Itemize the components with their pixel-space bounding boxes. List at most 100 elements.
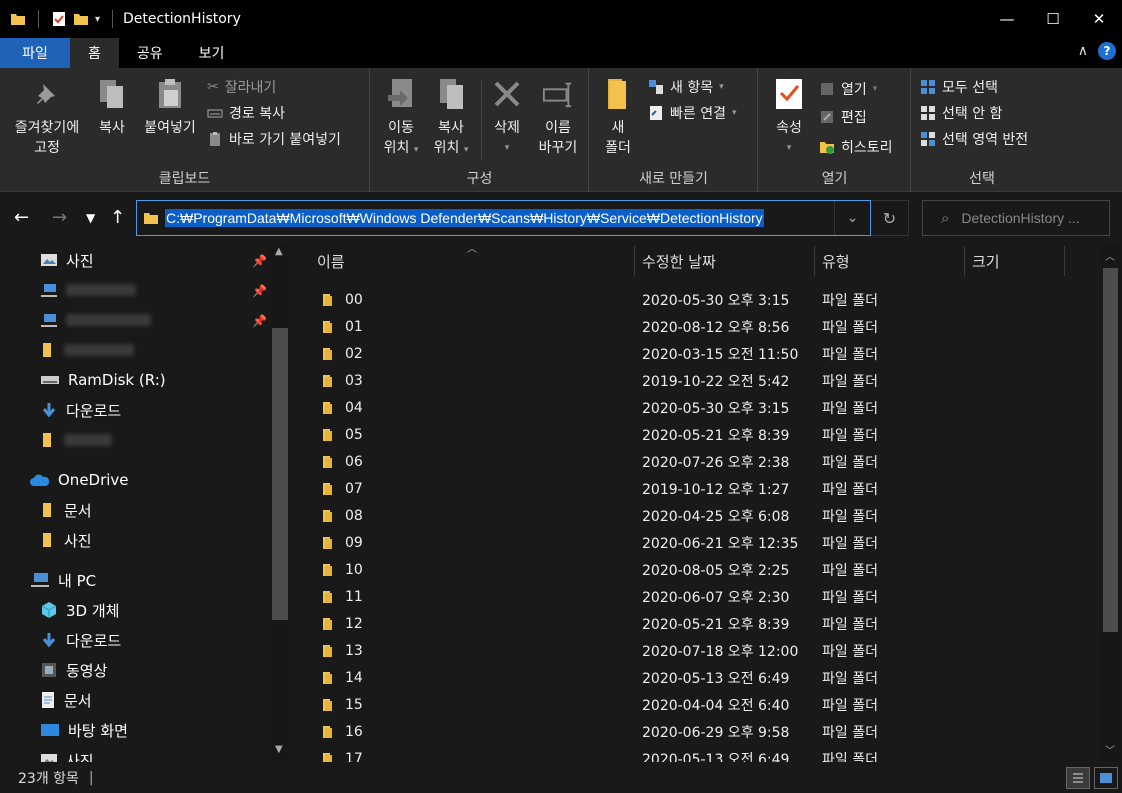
help-icon[interactable]: ?: [1098, 42, 1116, 60]
scroll-down-icon[interactable]: ﹀: [1105, 742, 1115, 757]
properties-icon[interactable]: [51, 11, 67, 27]
table-row[interactable]: 13 2020-07-18 오후 12:00 파일 폴더: [291, 637, 1091, 664]
table-row[interactable]: 14 2020-05-13 오전 6:49 파일 폴더: [291, 664, 1091, 691]
table-row[interactable]: 09 2020-06-21 오후 12:35 파일 폴더: [291, 529, 1091, 556]
tab-file[interactable]: 파일: [0, 38, 70, 68]
nav-item-documents[interactable]: 문서: [40, 686, 92, 714]
table-row[interactable]: 16 2020-06-29 오후 9:58 파일 폴더: [291, 718, 1091, 745]
table-row[interactable]: 15 2020-04-04 오전 6:40 파일 폴더: [291, 691, 1091, 718]
nav-item-network-1[interactable]: [40, 276, 136, 304]
nav-label: 사진: [66, 751, 94, 763]
table-row[interactable]: 00 2020-05-30 오후 3:15 파일 폴더: [291, 286, 1091, 313]
table-row[interactable]: 05 2020-05-21 오후 8:39 파일 폴더: [291, 421, 1091, 448]
column-header-type[interactable]: 유형: [822, 244, 850, 278]
edit-button[interactable]: 편집: [819, 106, 867, 128]
refresh-icon[interactable]: ↻: [871, 200, 909, 236]
scroll-down-icon[interactable]: ▼: [275, 744, 283, 755]
nav-scroll-thumb[interactable]: [272, 328, 288, 620]
search-box[interactable]: ⌕ DetectionHistory ...: [922, 200, 1110, 236]
table-row[interactable]: 10 2020-08-05 오후 2:25 파일 폴더: [291, 556, 1091, 583]
nav-item-videos[interactable]: 동영상: [40, 656, 107, 684]
copy-button[interactable]: 복사: [90, 76, 134, 138]
delete-button[interactable]: 삭제 ▾: [487, 76, 527, 158]
column-divider[interactable]: [964, 246, 965, 276]
invert-selection-button[interactable]: 선택 영역 반전: [920, 128, 1028, 150]
new-folder-icon[interactable]: [73, 11, 89, 27]
nav-item-folder-redacted[interactable]: [40, 336, 134, 364]
tab-home[interactable]: 홈: [70, 38, 119, 68]
nav-item-3d-objects[interactable]: 3D 개체: [40, 596, 119, 624]
nav-item-pictures-quick[interactable]: 사진: [40, 246, 94, 274]
table-row[interactable]: 17 2020-05-13 오전 6:49 파일 폴더: [291, 745, 1091, 762]
tab-share[interactable]: 공유: [119, 38, 181, 68]
nav-item-network-2[interactable]: [40, 306, 151, 334]
table-row[interactable]: 04 2020-05-30 오후 3:15 파일 폴더: [291, 394, 1091, 421]
file-name: 14: [345, 669, 363, 686]
table-row[interactable]: 08 2020-04-25 오후 6:08 파일 폴더: [291, 502, 1091, 529]
nav-item-downloads[interactable]: 다운로드: [40, 626, 121, 654]
column-header-modified[interactable]: 수정한 날짜: [642, 244, 716, 278]
maximize-button[interactable]: ☐: [1030, 0, 1076, 38]
recent-locations-icon[interactable]: ▼: [86, 211, 95, 225]
table-row[interactable]: 02 2020-03-15 오전 11:50 파일 폴더: [291, 340, 1091, 367]
address-bar[interactable]: C:₩ProgramData₩Microsoft₩Windows Defende…: [136, 200, 871, 236]
table-row[interactable]: 12 2020-05-21 오후 8:39 파일 폴더: [291, 610, 1091, 637]
pin-to-quick-access-button[interactable]: 즐겨찾기에 고정: [6, 76, 88, 158]
column-header-name[interactable]: 이름: [317, 244, 345, 278]
close-button[interactable]: ✕: [1076, 0, 1122, 38]
nav-item-ramdisk[interactable]: RamDisk (R:): [40, 366, 166, 394]
file-list-scrollbar[interactable]: ︿ ﹀: [1101, 244, 1120, 762]
nav-item-onedrive[interactable]: OneDrive: [30, 466, 129, 494]
column-header-size[interactable]: 크기: [972, 244, 1000, 278]
copy-path-button[interactable]: 경로 복사: [207, 102, 285, 124]
column-divider[interactable]: [814, 246, 815, 276]
nav-item-desktop[interactable]: 바탕 화면: [40, 716, 128, 744]
nav-item-onedrive-documents[interactable]: 문서: [40, 496, 92, 524]
qat-dropdown-icon[interactable]: ▾: [95, 14, 100, 25]
table-row[interactable]: 03 2019-10-22 오전 5:42 파일 폴더: [291, 367, 1091, 394]
properties-button[interactable]: 속성 ▾: [765, 76, 813, 158]
nav-item-folder-redacted-2[interactable]: [40, 426, 112, 454]
search-placeholder[interactable]: DetectionHistory ...: [961, 210, 1079, 226]
rename-button[interactable]: 이름 바꾸기: [531, 76, 585, 158]
table-row[interactable]: 01 2020-08-12 오후 8:56 파일 폴더: [291, 313, 1091, 340]
file-list-scroll-thumb[interactable]: [1103, 268, 1118, 632]
nav-item-pictures[interactable]: 사진: [40, 746, 94, 762]
scroll-up-icon[interactable]: ▲: [275, 246, 283, 257]
ribbon-divider: [481, 80, 482, 160]
details-view-icon[interactable]: [1066, 767, 1090, 789]
table-row[interactable]: 07 2019-10-12 오후 1:27 파일 폴더: [291, 475, 1091, 502]
copy-to-button[interactable]: 복사 위치 ▾: [427, 76, 475, 160]
address-path[interactable]: C:₩ProgramData₩Microsoft₩Windows Defende…: [165, 209, 764, 227]
tab-view[interactable]: 보기: [181, 38, 243, 68]
easy-access-button[interactable]: 빠른 연결 ▾: [648, 102, 737, 124]
nav-item-downloads-quick[interactable]: 다운로드: [40, 396, 121, 424]
table-row[interactable]: 06 2020-07-26 오후 2:38 파일 폴더: [291, 448, 1091, 475]
paste-button[interactable]: 붙여넣기: [138, 76, 202, 138]
nav-scrollbar[interactable]: ▲ ▼: [270, 244, 290, 762]
table-row[interactable]: 11 2020-06-07 오후 2:30 파일 폴더: [291, 583, 1091, 610]
address-dropdown-icon[interactable]: ⌄: [834, 201, 870, 235]
open-button[interactable]: 열기 ▾: [819, 78, 877, 100]
minimize-button[interactable]: —: [984, 0, 1030, 38]
cut-button[interactable]: ✂ 잘라내기: [207, 76, 276, 98]
collapse-ribbon-icon[interactable]: ∧: [1078, 43, 1088, 59]
nav-item-this-pc[interactable]: 내 PC: [30, 566, 96, 594]
move-to-button[interactable]: 이동 위치 ▾: [377, 76, 425, 160]
select-all-button[interactable]: 모두 선택: [920, 76, 998, 98]
column-divider[interactable]: [634, 246, 635, 276]
column-divider[interactable]: [1064, 246, 1065, 276]
nav-item-onedrive-pictures[interactable]: 사진: [40, 526, 92, 554]
new-folder-button[interactable]: 새 폴더: [596, 76, 640, 158]
large-icons-view-icon[interactable]: [1094, 767, 1118, 789]
type-cell: 파일 폴더: [822, 346, 878, 363]
back-arrow-icon[interactable]: ←: [14, 207, 29, 228]
forward-arrow-icon[interactable]: →: [52, 207, 67, 228]
new-item-button[interactable]: 새 항목 ▾: [648, 76, 724, 98]
select-none-button[interactable]: 선택 안 함: [920, 102, 1002, 124]
file-name: 11: [345, 588, 363, 605]
paste-shortcut-button[interactable]: 바로 가기 붙여넣기: [207, 128, 341, 150]
up-arrow-icon[interactable]: ↑: [110, 207, 125, 228]
history-button[interactable]: 히스토리: [819, 136, 893, 158]
scroll-up-icon[interactable]: ︿: [1105, 248, 1115, 263]
